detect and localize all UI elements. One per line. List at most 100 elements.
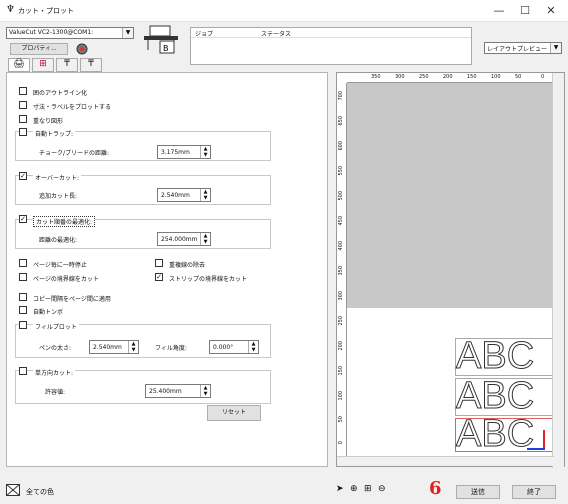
zoom-out-icon[interactable]: ⊖ — [378, 484, 386, 494]
plot-dimensions-label: 寸法・ラベルをプロットする — [33, 104, 112, 111]
job-column-header[interactable]: ジョブ — [195, 29, 213, 38]
ruler-tick: 600 — [338, 141, 344, 151]
plotter-icon: B — [144, 24, 184, 56]
zoom-fit-icon[interactable]: ⊞ — [364, 484, 372, 494]
tab-cut-icon[interactable]: ₸ — [56, 58, 78, 72]
ruler-tick: 400 — [338, 241, 344, 251]
tab-general-icon[interactable]: 🖨 — [8, 58, 30, 72]
optimize-checkbox[interactable]: ✓ — [19, 215, 27, 223]
fill-angle-field[interactable]: 0.000° ▲ ▼ — [209, 340, 259, 354]
stepper-icon[interactable]: ▲ ▼ — [200, 233, 210, 245]
tolerance-label: 許容値: — [45, 389, 66, 396]
stepper-icon[interactable]: ▲ ▼ — [200, 189, 210, 201]
tolerance-field[interactable]: 25.400mm ▲ ▼ — [145, 384, 211, 398]
fill-angle-value: 0.000° — [213, 344, 234, 351]
device-select[interactable]: ValueCut VC2-1300@COM1: ▼ — [6, 27, 134, 39]
cut-strip-border-label: ストリップの境界線をカット — [169, 276, 248, 283]
auto-tonbo-label: 自動トンボ — [33, 309, 64, 316]
ruler-tick: 250 — [338, 316, 344, 326]
weed-outline-checkbox[interactable] — [19, 87, 27, 95]
ruler-tick: 50 — [338, 416, 344, 423]
reset-button[interactable]: リセット — [207, 405, 261, 421]
ruler-tick: 700 — [338, 91, 344, 101]
abc-text: ABC — [455, 413, 535, 456]
one-direction-checkbox[interactable] — [19, 367, 27, 375]
stepper-icon[interactable]: ▲ ▼ — [200, 146, 210, 158]
choke-distance-value: 3.175mm — [161, 149, 190, 156]
job-table[interactable]: ジョブ ステータス — [190, 27, 472, 65]
remove-overlap-label: 重複線の除去 — [169, 262, 206, 269]
color-square-icon — [5, 483, 21, 497]
cut-page-border-label: ページの境界線をカット — [33, 276, 99, 283]
ruler-tick: 550 — [338, 166, 344, 176]
tab-bar: 🖨 ⊞ ₸ ₸ — [8, 58, 108, 72]
ruler-tick: 200 — [338, 341, 344, 351]
auto-tonbo-checkbox[interactable] — [19, 306, 27, 314]
color-filter-label: 全ての色 — [26, 488, 54, 496]
overcut-length-field[interactable]: 2.540mm ▲ ▼ — [157, 188, 211, 202]
minimize-button[interactable]: — — [487, 3, 511, 19]
tab-options-icon[interactable]: ₸ — [80, 58, 102, 72]
svg-text:B: B — [163, 44, 169, 53]
auto-trap-checkbox[interactable] — [19, 128, 27, 136]
overcut-checkbox[interactable]: ✓ — [19, 172, 27, 180]
choke-distance-field[interactable]: 3.175mm ▲ ▼ — [157, 145, 211, 159]
ruler-tick: 650 — [338, 116, 344, 126]
properties-button[interactable]: プロパティ... — [10, 43, 68, 55]
cut-page-border-checkbox[interactable] — [19, 273, 27, 281]
top-ruler: 350 300 250 200 150 100 50 0 — [347, 73, 553, 83]
status-column-header[interactable]: ステータス — [261, 29, 291, 38]
ruler-tick: 100 — [338, 391, 344, 401]
ruler-tick: 200 — [443, 74, 453, 80]
plot-dimensions-checkbox[interactable] — [19, 101, 27, 109]
stepper-icon[interactable]: ▲ ▼ — [128, 341, 138, 353]
pause-each-page-checkbox[interactable] — [19, 259, 27, 267]
media-area — [347, 83, 553, 308]
stepper-icon[interactable]: ▲ ▼ — [200, 385, 210, 397]
stepper-icon[interactable]: ▲ ▼ — [248, 341, 258, 353]
overlap-checkbox[interactable] — [19, 115, 27, 123]
pointer-tool-icon[interactable]: ➤ — [336, 484, 344, 494]
pen-width-field[interactable]: 2.540mm ▲ ▼ — [89, 340, 139, 354]
ruler-tick: 50 — [515, 74, 522, 80]
ruler-tick: 300 — [338, 291, 344, 301]
tolerance-value: 25.400mm — [149, 388, 182, 395]
device-select-value: ValueCut VC2-1300@COM1: — [9, 29, 94, 36]
layout-select[interactable]: レイアウトプレビュー ▼ — [484, 42, 562, 54]
fill-plot-checkbox[interactable] — [19, 321, 27, 329]
exit-button[interactable]: 終了 — [512, 485, 556, 499]
copy-spacing-checkbox[interactable] — [19, 293, 27, 301]
weed-outline-label: 囲のアウトライン化 — [33, 90, 88, 97]
abc-text: ABC — [455, 375, 535, 418]
horizontal-scrollbar[interactable] — [337, 456, 554, 466]
window-title: カット・プロット — [18, 7, 74, 15]
ruler-tick: 300 — [395, 74, 405, 80]
color-palette-icon[interactable] — [75, 42, 89, 56]
layout-preview[interactable]: 350 300 250 200 150 100 50 0 700 650 600… — [336, 72, 565, 468]
tab-panel-icon[interactable]: ⊞ — [32, 58, 54, 72]
ruler-tick: 150 — [467, 74, 477, 80]
overlap-label: 重なり図形 — [33, 118, 64, 125]
optimize-distance-field[interactable]: 254.000mm ▲ ▼ — [157, 232, 211, 246]
ruler-tick: 500 — [338, 191, 344, 201]
close-button[interactable]: ✕ — [539, 3, 563, 19]
optimize-label: カット順番の最適化: — [33, 216, 96, 227]
ruler-tick: 0 — [541, 74, 545, 80]
one-direction-label: 単方向カット: — [33, 368, 76, 377]
maximize-button[interactable]: ☐ — [513, 3, 537, 19]
remove-overlap-checkbox[interactable] — [155, 259, 163, 267]
ruler-tick: 150 — [338, 366, 344, 376]
send-button[interactable]: 送信 — [456, 485, 500, 499]
cut-strip-border-checkbox[interactable]: ✓ — [155, 273, 163, 281]
pen-width-value: 2.540mm — [93, 344, 122, 351]
abc-row-2: ABC — [455, 375, 553, 418]
ruler-tick: 100 — [491, 74, 501, 80]
optimize-distance-label: 距離の最適化: — [39, 237, 78, 244]
pause-each-page-label: ページ毎に一時停止 — [33, 262, 87, 269]
auto-trap-label: 自動トラップ: — [33, 129, 76, 138]
pen-width-label: ペンの太さ: — [39, 345, 72, 352]
job-table-header: ジョブ ステータス — [191, 28, 471, 38]
ruler-tick: 0 — [338, 441, 344, 445]
vertical-scrollbar[interactable] — [552, 73, 564, 468]
zoom-in-icon[interactable]: ⊕ — [350, 484, 358, 494]
